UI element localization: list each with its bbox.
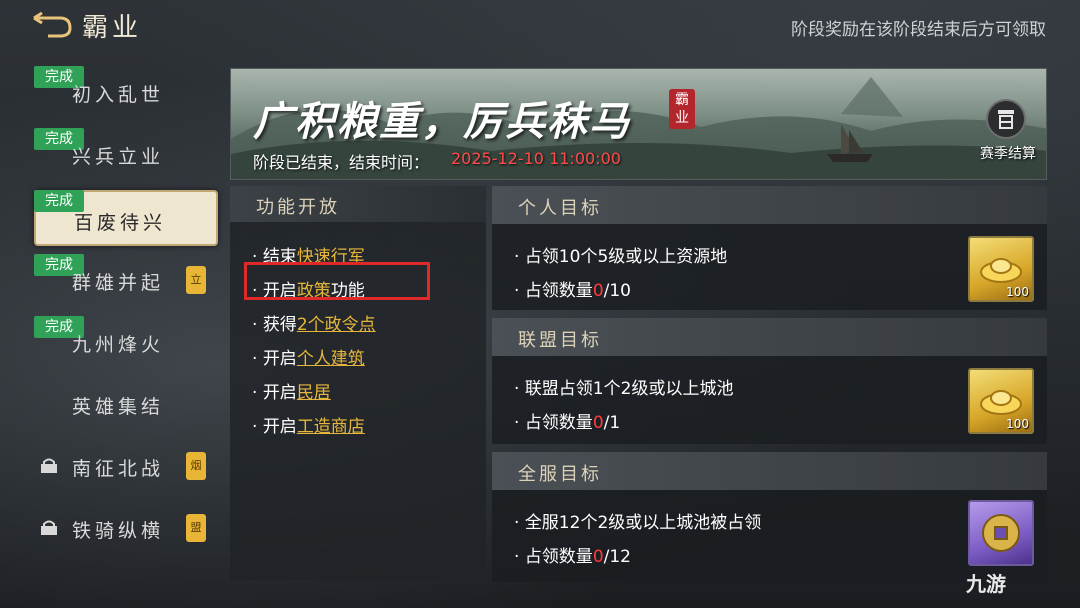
reward-notice: 阶段奖励在该阶段结束后方可领取: [791, 20, 1046, 40]
reward-quantity: 100: [1006, 285, 1029, 299]
personal-goal-body: · 占领10个5级或以上资源地 · 占领数量0/10 100: [492, 224, 1047, 310]
alliance-goal-body: · 联盟占领1个2级或以上城池 · 占领数量0/1 100: [492, 356, 1047, 444]
stage-banner: 广积粮重，厉兵秣马 霸业 阶段已结束，结束时间： 2025-12-10 11:0…: [230, 68, 1047, 180]
stage-name: 铁骑纵横: [72, 520, 165, 542]
stage-token-icon: 烟: [186, 452, 206, 480]
personal-goal-header: 个人目标: [492, 186, 1047, 224]
feature-link[interactable]: 民居: [297, 383, 331, 403]
stage-item-1[interactable]: 完成 初入乱世: [34, 64, 216, 120]
server-goal-body: · 全服12个2级或以上城池被占领 · 占领数量0/12: [492, 490, 1047, 582]
stage-token-icon: 盟: [186, 514, 206, 542]
site-watermark-logo: 九游: [966, 572, 1006, 596]
feature-header: 功能开放: [230, 186, 486, 222]
feature-item: · 开启工造商店: [252, 417, 365, 437]
stage-sidebar: 完成 初入乱世 完成 兴兵立业 完成 百废待兴 完成 群雄并起 立 完成 九州烽…: [34, 64, 218, 572]
stage-item-8[interactable]: 铁骑纵横 盟: [34, 500, 216, 556]
feature-link[interactable]: 2个政令点: [297, 315, 376, 335]
banner-title: 广积粮重，厉兵秣马: [253, 98, 631, 145]
feature-link[interactable]: 工造商店: [297, 417, 365, 437]
goal-task: · 占领10个5级或以上资源地: [514, 247, 728, 267]
stage-item-7[interactable]: 南征北战 烟: [34, 438, 216, 494]
server-goal-header: 全服目标: [492, 452, 1047, 490]
end-time: 2025-12-10 11:00:00: [451, 149, 621, 168]
settlement-icon: [986, 99, 1026, 139]
stage-item-4[interactable]: 完成 群雄并起 立: [34, 252, 216, 308]
goal-task: · 全服12个2级或以上城池被占领: [514, 513, 762, 533]
goal-progress: · 占领数量0/12: [514, 547, 631, 567]
lock-icon: [41, 458, 57, 473]
goal-progress: · 占领数量0/10: [514, 281, 631, 301]
stage-name: 百废待兴: [74, 212, 167, 234]
feature-unlock-panel: 功能开放 · 结束快速行军 · 开启政策功能 · 获得2个政令点 · 开启个人建…: [230, 186, 486, 580]
alliance-goal-header: 联盟目标: [492, 318, 1047, 356]
alliance-goal-title: 联盟目标: [518, 330, 602, 351]
back-arrow-icon[interactable]: [30, 12, 72, 38]
stage-status: 阶段已结束，结束时间：: [253, 153, 430, 172]
coin-reward-icon[interactable]: [968, 500, 1034, 566]
feature-item: · 开启民居: [252, 383, 331, 403]
season-settlement-label: 赛季结算: [980, 146, 1036, 162]
stage-item-6[interactable]: 英雄集结: [34, 376, 216, 432]
feature-item: · 开启个人建筑: [252, 349, 365, 369]
stage-item-2[interactable]: 完成 兴兵立业: [34, 126, 216, 182]
feature-header-label: 功能开放: [256, 197, 340, 218]
stage-name: 南征北战: [72, 458, 165, 480]
page-title: 霸业: [82, 13, 143, 43]
server-goal-title: 全服目标: [518, 464, 602, 485]
lock-icon: [41, 520, 57, 535]
stage-item-3-selected[interactable]: 完成 百废待兴: [34, 190, 218, 246]
season-settlement-button[interactable]: 赛季结算: [971, 99, 1045, 169]
top-bar: 霸业 阶段奖励在该阶段结束后方可领取: [0, 0, 1080, 52]
goal-progress: · 占领数量0/1: [514, 413, 621, 433]
stage-token-icon: 立: [186, 266, 206, 294]
feature-link[interactable]: 个人建筑: [297, 349, 365, 369]
personal-goal-title: 个人目标: [518, 198, 602, 219]
stage-item-5[interactable]: 完成 九州烽火: [34, 314, 216, 370]
feature-item: · 获得2个政令点: [252, 315, 376, 335]
stage-name: 群雄并起: [72, 272, 165, 294]
highlight-box: [244, 262, 430, 300]
stage-name: 初入乱世: [72, 84, 165, 106]
reward-quantity: 100: [1006, 417, 1029, 431]
stage-name: 九州烽火: [72, 334, 165, 356]
bayе-seal-icon: 霸业: [669, 89, 695, 129]
gold-ingot-reward-icon[interactable]: 100: [968, 236, 1034, 302]
goal-task: · 联盟占领1个2级或以上城池: [514, 379, 734, 399]
stage-name: 兴兵立业: [72, 146, 165, 168]
gold-ingot-reward-icon[interactable]: 100: [968, 368, 1034, 434]
stage-name: 英雄集结: [72, 396, 165, 418]
